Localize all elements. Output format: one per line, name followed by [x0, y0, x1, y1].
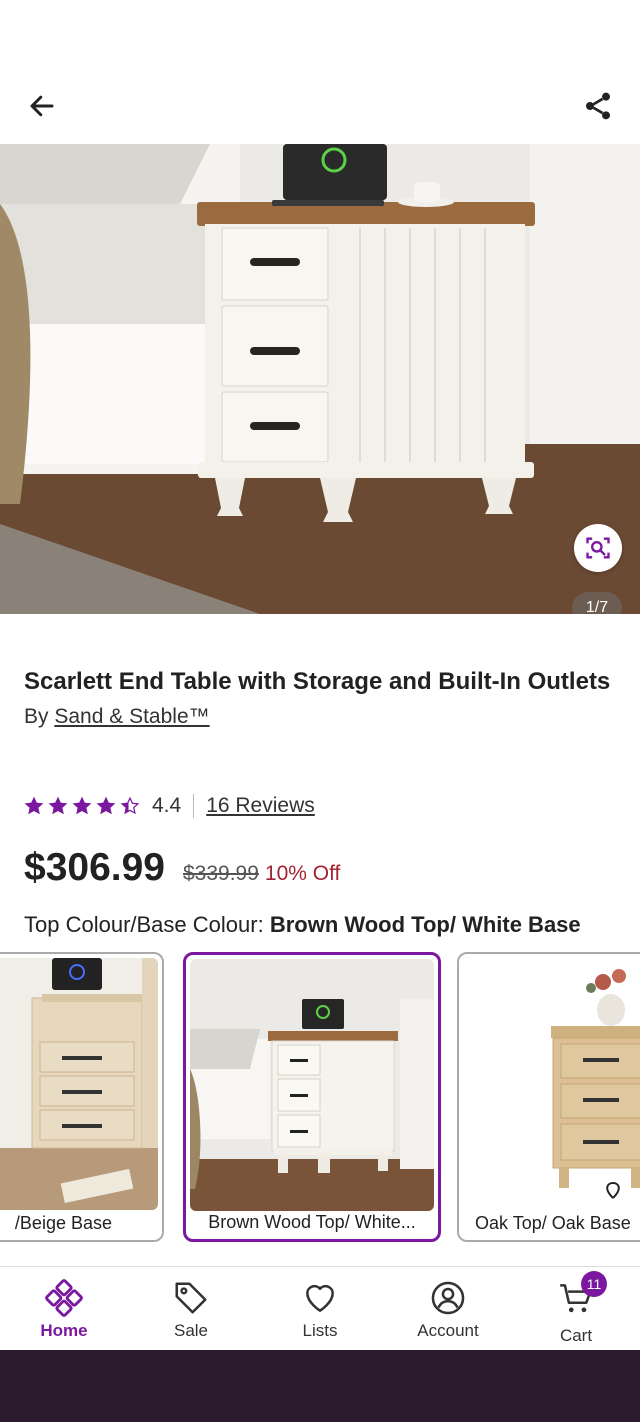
cart-count-badge: 11 [581, 1271, 607, 1297]
heart-icon [306, 1284, 334, 1312]
product-info: Scarlett End Table with Storage and Buil… [24, 664, 624, 937]
home-icon [45, 1279, 83, 1317]
swatch-image [463, 958, 640, 1210]
price-row: $306.99 $339.99 10% Off [24, 846, 340, 890]
nav-account[interactable]: Account [388, 1279, 508, 1341]
star-icon [24, 796, 44, 815]
brand-byline: By Sand & Stable™ [24, 705, 624, 729]
option-selection: Top Colour/Base Colour: Brown Wood Top/ … [24, 912, 581, 938]
nav-label: Account [417, 1321, 479, 1340]
back-button[interactable] [22, 86, 62, 126]
option-swatches: /Beige Base Brown Wood Top/ White... Oak… [0, 952, 640, 1244]
account-icon [431, 1281, 465, 1315]
rating-value: 4.4 [152, 794, 182, 817]
nav-sale[interactable]: Sale [131, 1279, 251, 1341]
nav-label: Home [40, 1321, 88, 1340]
rating-divider [193, 794, 195, 818]
discount-text: 10% Off [264, 862, 341, 885]
swatch-image [190, 959, 434, 1211]
reviews-link[interactable]: 16 Reviews [206, 794, 315, 818]
bottom-navigation: Home Sale Lists Account 11 Cart [0, 1266, 640, 1350]
by-prefix: By [24, 705, 49, 728]
visual-search-button[interactable] [574, 524, 622, 572]
arrow-left-icon [30, 95, 54, 117]
option-value: Brown Wood Top/ White Base [269, 912, 581, 937]
tag-icon [175, 1282, 207, 1314]
swatch-beige[interactable]: /Beige Base [0, 952, 164, 1242]
cart-icon-wrap: 11 [557, 1271, 607, 1322]
visual-search-icon [586, 537, 610, 559]
was-price: $339.99 [182, 862, 259, 885]
nav-home[interactable]: Home [4, 1279, 124, 1341]
product-main-image [0, 144, 640, 614]
image-counter: 1/7 [572, 592, 622, 614]
swatch-oak[interactable]: Oak Top/ Oak Base [457, 952, 640, 1242]
nav-lists[interactable]: Lists [260, 1279, 380, 1341]
swatch-image [0, 958, 158, 1210]
star-icon [72, 796, 92, 815]
brand-link[interactable]: Sand & Stable™ [54, 705, 209, 728]
share-button[interactable] [578, 86, 618, 126]
nav-label: Sale [173, 1321, 209, 1340]
product-image-gallery[interactable]: 1/7 [0, 144, 640, 614]
nav-label: Lists [302, 1321, 338, 1340]
option-name: Top Colour/Base Colour: [24, 912, 264, 937]
nav-label: Cart [559, 1326, 593, 1345]
swatch-label: Oak Top/ Oak Base [475, 1213, 631, 1233]
star-icon [120, 796, 140, 815]
swatch-label: Brown Wood Top/ White... [208, 1212, 416, 1232]
star-rating [24, 796, 140, 816]
nav-cart[interactable]: 11 Cart [516, 1271, 636, 1346]
swatch-label: /Beige Base [14, 1213, 112, 1233]
product-title: Scarlett End Table with Storage and Buil… [24, 668, 611, 695]
star-icon [48, 796, 68, 815]
status-bar-area [0, 0, 640, 70]
swatch-brown-white[interactable]: Brown Wood Top/ White... [183, 952, 441, 1242]
star-icon [96, 796, 116, 815]
rating-row: 4.4 16 Reviews [24, 794, 315, 818]
share-icon [586, 92, 610, 120]
system-navigation-bar [0, 1350, 640, 1422]
top-app-bar [0, 70, 640, 140]
sale-price: $306.99 [24, 846, 165, 889]
